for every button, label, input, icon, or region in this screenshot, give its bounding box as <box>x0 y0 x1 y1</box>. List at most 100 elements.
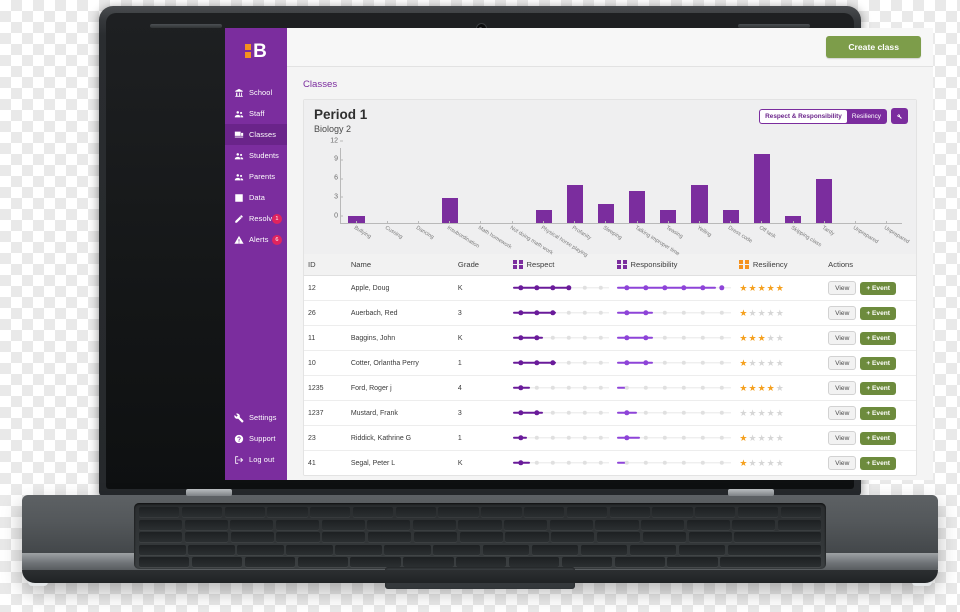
view-button[interactable]: View <box>828 306 857 321</box>
star-icon: ★ <box>757 332 766 343</box>
table-row[interactable]: 1237 Mustard, Frank 3 ★ ★ ★ ★ ★ View + Event <box>304 400 916 427</box>
cell-respect <box>509 325 614 352</box>
parents-icon <box>233 171 244 182</box>
cell-resiliency: ★ ★ ★ ★ ★ <box>735 400 825 427</box>
table-row[interactable]: 26 Auerbach, Red 3 ★ ★ ★ ★ ★ View + Event <box>304 300 916 327</box>
column-header-resiliency[interactable]: Resiliency <box>735 253 825 277</box>
foot-right <box>912 580 932 586</box>
sidebar-item-support[interactable]: Support <box>225 428 287 449</box>
column-header-actions[interactable]: Actions <box>824 253 916 277</box>
view-button[interactable]: View <box>828 281 857 296</box>
track-dot <box>566 310 572 316</box>
app-logo[interactable]: B <box>225 28 287 70</box>
sidebar-item-students[interactable]: Students <box>225 145 287 166</box>
view-button[interactable]: View <box>828 406 857 421</box>
keyboard-key <box>184 532 229 542</box>
chart-bar-cell[interactable] <box>746 148 777 223</box>
topbar: Create class <box>287 28 933 67</box>
chart-bar-cell[interactable] <box>653 148 684 223</box>
chart-bar-cell[interactable] <box>497 148 528 223</box>
trackpad <box>385 567 575 589</box>
keyboard-key <box>191 557 243 567</box>
chart-bar-cell[interactable] <box>341 148 372 223</box>
star-icon: ★ <box>739 382 748 393</box>
column-header-grade[interactable]: Grade <box>453 253 509 277</box>
column-header-name[interactable]: Name <box>346 253 454 277</box>
star-icon: ★ <box>739 432 748 443</box>
table-row[interactable]: 23 Riddick, Kathrine G 1 ★ ★ ★ ★ ★ View + Event <box>304 425 916 452</box>
sidebar-item-parents[interactable]: Parents <box>225 166 287 187</box>
table-row[interactable]: 12 Apple, Doug K ★ ★ ★ ★ ★ View + Event <box>304 275 916 302</box>
sidebar-item-staff[interactable]: Staff <box>225 103 287 124</box>
track-dot <box>623 335 630 341</box>
add-event-button[interactable]: + Event <box>860 381 896 395</box>
track-dot <box>582 385 588 391</box>
view-button[interactable]: View <box>828 331 857 346</box>
metric-toggle-respect-responsibility[interactable]: Respect & Responsibility <box>760 109 847 123</box>
add-event-button[interactable]: + Event <box>860 356 896 370</box>
chart-bar-cell[interactable] <box>528 148 559 223</box>
table-row[interactable]: 10 Cotter, Orlantha Perry 1 ★ ★ ★ ★ ★ View + Even… <box>304 350 916 377</box>
add-event-button[interactable]: + Event <box>860 456 896 470</box>
table-row[interactable]: 1235 Ford, Roger j 4 ★ ★ ★ ★ ★ View + Event <box>304 375 916 402</box>
chart-bar-cell[interactable] <box>590 148 621 223</box>
table-row[interactable]: 11 Baggins, John K ★ ★ ★ ★ ★ View + Event <box>304 325 916 352</box>
sidebar-item-school[interactable]: School <box>225 82 287 103</box>
track-dot <box>700 435 706 441</box>
chart-bar-cell[interactable] <box>871 148 902 223</box>
keyboard-row <box>139 544 822 555</box>
chart-bar-cell[interactable] <box>403 148 434 223</box>
track-dot <box>719 460 725 466</box>
star-rating: ★ ★ ★ ★ ★ <box>739 308 820 318</box>
metric-toggle-resiliency[interactable]: Resiliency <box>847 110 886 123</box>
star-icon: ★ <box>748 457 757 468</box>
track-dot <box>566 335 572 341</box>
create-class-button[interactable]: Create class <box>826 36 921 58</box>
table-row[interactable]: 41 Segal, Peter L K ★ ★ ★ ★ ★ View + Event <box>304 451 916 475</box>
sidebar-item-log-out[interactable]: Log out <box>225 449 287 470</box>
chart-settings-button[interactable] <box>891 108 908 124</box>
keyboard-key <box>367 532 412 542</box>
column-header-respect[interactable]: Respect <box>509 253 614 277</box>
chart-bar-cell[interactable] <box>466 148 497 223</box>
chart-bar-cell[interactable] <box>840 148 871 223</box>
add-event-button[interactable]: + Event <box>860 331 896 345</box>
sidebar-item-settings[interactable]: Settings <box>225 407 287 428</box>
chart-bar-cell[interactable] <box>622 148 653 223</box>
chart-bar-cell[interactable] <box>435 148 466 223</box>
column-header-responsibility[interactable]: Responsibility <box>613 253 736 277</box>
chart-bar-cell[interactable] <box>684 148 715 223</box>
view-button[interactable]: View <box>828 456 857 471</box>
chart-bar-cell[interactable] <box>559 148 590 223</box>
add-event-button[interactable]: + Event <box>860 406 896 420</box>
add-event-button[interactable]: + Event <box>860 431 896 445</box>
sidebar-nav-bottom: Settings Support Log out <box>225 407 287 470</box>
star-rating: ★ ★ ★ ★ ★ <box>739 382 820 393</box>
sidebar-item-alerts[interactable]: Alerts 6 <box>225 229 287 250</box>
track-dot <box>623 310 630 316</box>
data-icon <box>233 192 244 203</box>
sidebar-item-data[interactable]: Data <box>225 187 287 208</box>
sidebar-item-classes[interactable]: Classes <box>225 124 287 145</box>
view-button[interactable]: View <box>828 381 857 396</box>
track-dot <box>700 335 706 341</box>
track-dot <box>700 410 706 416</box>
x-tick-label: Sleeping <box>590 220 623 252</box>
chart-bar-cell[interactable] <box>715 148 746 223</box>
view-button[interactable]: View <box>828 356 857 371</box>
chart-bar-cell[interactable] <box>777 148 808 223</box>
chart-bar-cell[interactable] <box>372 148 403 223</box>
keyboard-row <box>139 507 821 517</box>
keyboard-key <box>505 532 549 542</box>
chart-bar-cell[interactable] <box>809 148 840 223</box>
track-dot <box>624 385 629 391</box>
sidebar-item-resolve[interactable]: Resolve 1 <box>225 208 287 229</box>
x-tick-label: Insubordination <box>434 220 481 252</box>
column-header-id[interactable]: ID <box>304 253 347 277</box>
add-event-button[interactable]: + Event <box>860 306 896 320</box>
track-dot <box>550 360 556 366</box>
view-button[interactable]: View <box>828 431 857 446</box>
add-event-button[interactable]: + Event <box>860 281 896 295</box>
x-tick-label: Physical horse playing <box>527 220 588 258</box>
track-dot <box>518 385 524 391</box>
